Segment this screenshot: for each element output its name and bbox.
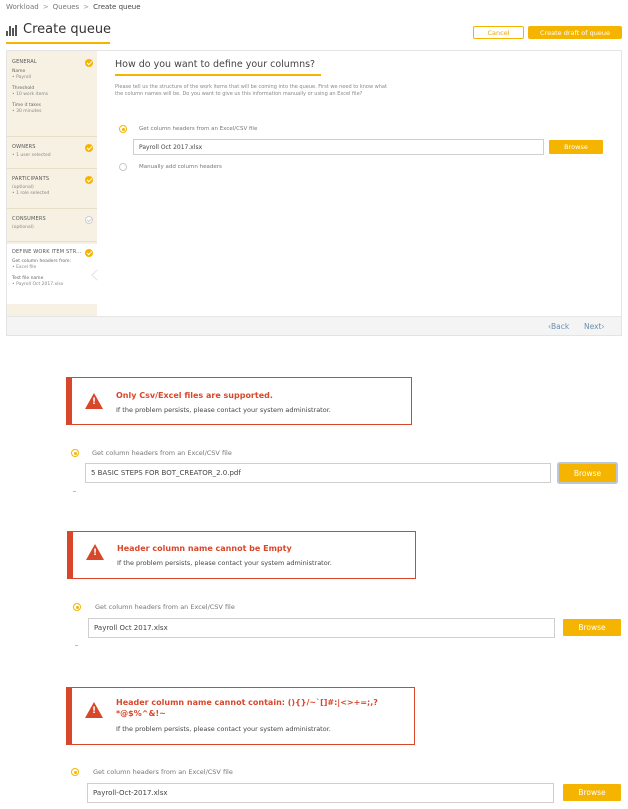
warning-icon: !: [85, 702, 103, 718]
sidebar-item-value: • Payroll Oct 2017.xlsx: [12, 282, 64, 287]
create-draft-button[interactable]: Create draft of queue: [528, 26, 622, 39]
sidebar-item-general[interactable]: GENERAL Name • Payroll Threshold • 10 wo…: [7, 59, 97, 115]
divider-mark: [73, 491, 76, 492]
question-underline: [115, 74, 321, 76]
breadcrumb-queues[interactable]: Queues: [53, 3, 80, 11]
radio-manual[interactable]: [119, 163, 127, 171]
sidebar-item-consumers[interactable]: CONSUMERS (optional): [7, 216, 97, 231]
sidebar-item-value: • 1 role selected: [12, 191, 50, 196]
queue-icon: [6, 24, 19, 36]
check-icon: [85, 59, 93, 67]
sidebar-divider: [7, 168, 97, 169]
file-name-field[interactable]: 5 BASIC STEPS FOR BOT_CREATOR_2.0.pdf: [85, 463, 551, 483]
error-title-cont: *@$%^&!~: [116, 709, 166, 718]
check-icon: [85, 144, 93, 152]
main-content: How do you want to define your columns? …: [115, 59, 615, 171]
error-alert: ! Header column name cannot be Empty If …: [67, 531, 416, 579]
option-excel-label: Get column headers from an Excel/CSV fil…: [93, 768, 233, 776]
breadcrumb-create-queue: Create queue: [93, 3, 141, 11]
radio-excel[interactable]: [73, 603, 81, 611]
browse-button[interactable]: Browse: [563, 784, 621, 801]
description-text: Please tell us the structure of the work…: [115, 84, 387, 97]
error-alert: ! Only Csv/Excel files are supported. If…: [66, 377, 412, 425]
file-name-field[interactable]: Payroll Oct 2017.xlsx: [133, 139, 544, 155]
sidebar-item-value: • 1 user selected: [12, 153, 51, 158]
option-excel-label: Get column headers from an Excel/CSV fil…: [95, 603, 235, 611]
check-icon: [85, 176, 93, 184]
error-title: Header column name cannot be Empty: [117, 544, 292, 553]
error-title: Only Csv/Excel files are supported.: [116, 391, 273, 400]
page-header: Create queue Cancel Create draft of queu…: [6, 22, 622, 44]
error-bar: [67, 378, 72, 424]
breadcrumb-separator: >: [83, 3, 90, 11]
option-excel-label: Get column headers from an Excel/CSV fil…: [139, 126, 258, 132]
breadcrumb-workload[interactable]: Workload: [6, 3, 39, 11]
page-title: Create queue: [23, 22, 112, 37]
warning-icon: !: [86, 544, 104, 560]
sidebar-item-value: • Excel file: [12, 265, 37, 270]
chevron-right-icon: ›: [601, 322, 605, 331]
sidebar-item-participants[interactable]: PARTICIPANTS (optional) • 1 role selecte…: [7, 176, 97, 197]
check-icon: [85, 216, 93, 224]
sidebar-divider: [7, 136, 97, 137]
title-underline: [6, 42, 110, 44]
create-queue-panel: GENERAL Name • Payroll Threshold • 10 wo…: [6, 50, 622, 336]
browse-button[interactable]: Browse: [559, 464, 616, 482]
radio-excel[interactable]: [71, 449, 79, 457]
error-alert: ! Header column name cannot contain: (){…: [66, 687, 415, 745]
wizard-sidebar: GENERAL Name • Payroll Threshold • 10 wo…: [7, 51, 97, 316]
next-button[interactable]: Next›: [584, 322, 604, 331]
cancel-button[interactable]: Cancel: [473, 26, 524, 39]
radio-excel[interactable]: [71, 768, 79, 776]
sidebar-item-define-work-item[interactable]: DEFINE WORK ITEM STR... Get column heade…: [7, 249, 97, 288]
option-excel-label: Get column headers from an Excel/CSV fil…: [92, 449, 232, 457]
error-bar: [67, 688, 72, 744]
error-subtitle: If the problem persists, please contact …: [116, 406, 331, 414]
breadcrumb: Workload > Queues > Create queue: [6, 3, 141, 11]
wizard-footer: ‹Back Next›: [7, 316, 621, 335]
error-title: Header column name cannot contain: (){}/…: [116, 698, 378, 707]
sidebar-item-owners[interactable]: OWNERS • 1 user selected: [7, 144, 97, 159]
sidebar-item-value: • 10 work items: [12, 92, 49, 97]
back-button[interactable]: ‹Back: [548, 322, 569, 331]
file-name-field[interactable]: Payroll-Oct-2017.xlsx: [87, 783, 554, 803]
breadcrumb-separator: >: [42, 3, 49, 11]
question-title: How do you want to define your columns?: [115, 59, 316, 70]
error-bar: [68, 532, 73, 578]
sidebar-divider: [7, 241, 97, 242]
check-icon: [85, 249, 93, 257]
divider-mark: [75, 645, 78, 646]
radio-excel[interactable]: [119, 125, 127, 133]
warning-icon: !: [85, 393, 103, 409]
browse-button[interactable]: Browse: [549, 140, 603, 154]
sidebar-item-value: • Payroll: [12, 75, 32, 80]
sidebar-divider: [7, 208, 97, 209]
browse-button[interactable]: Browse: [563, 619, 621, 636]
sidebar-item-sub: (optional): [12, 225, 34, 230]
error-subtitle: If the problem persists, please contact …: [116, 725, 331, 733]
sidebar-item-value: • 30 minutes: [12, 109, 42, 114]
error-subtitle: If the problem persists, please contact …: [117, 559, 332, 567]
file-name-field[interactable]: Payroll Oct 2017.xlsx: [88, 618, 555, 638]
option-manual-label: Manually add column headers: [139, 164, 222, 170]
